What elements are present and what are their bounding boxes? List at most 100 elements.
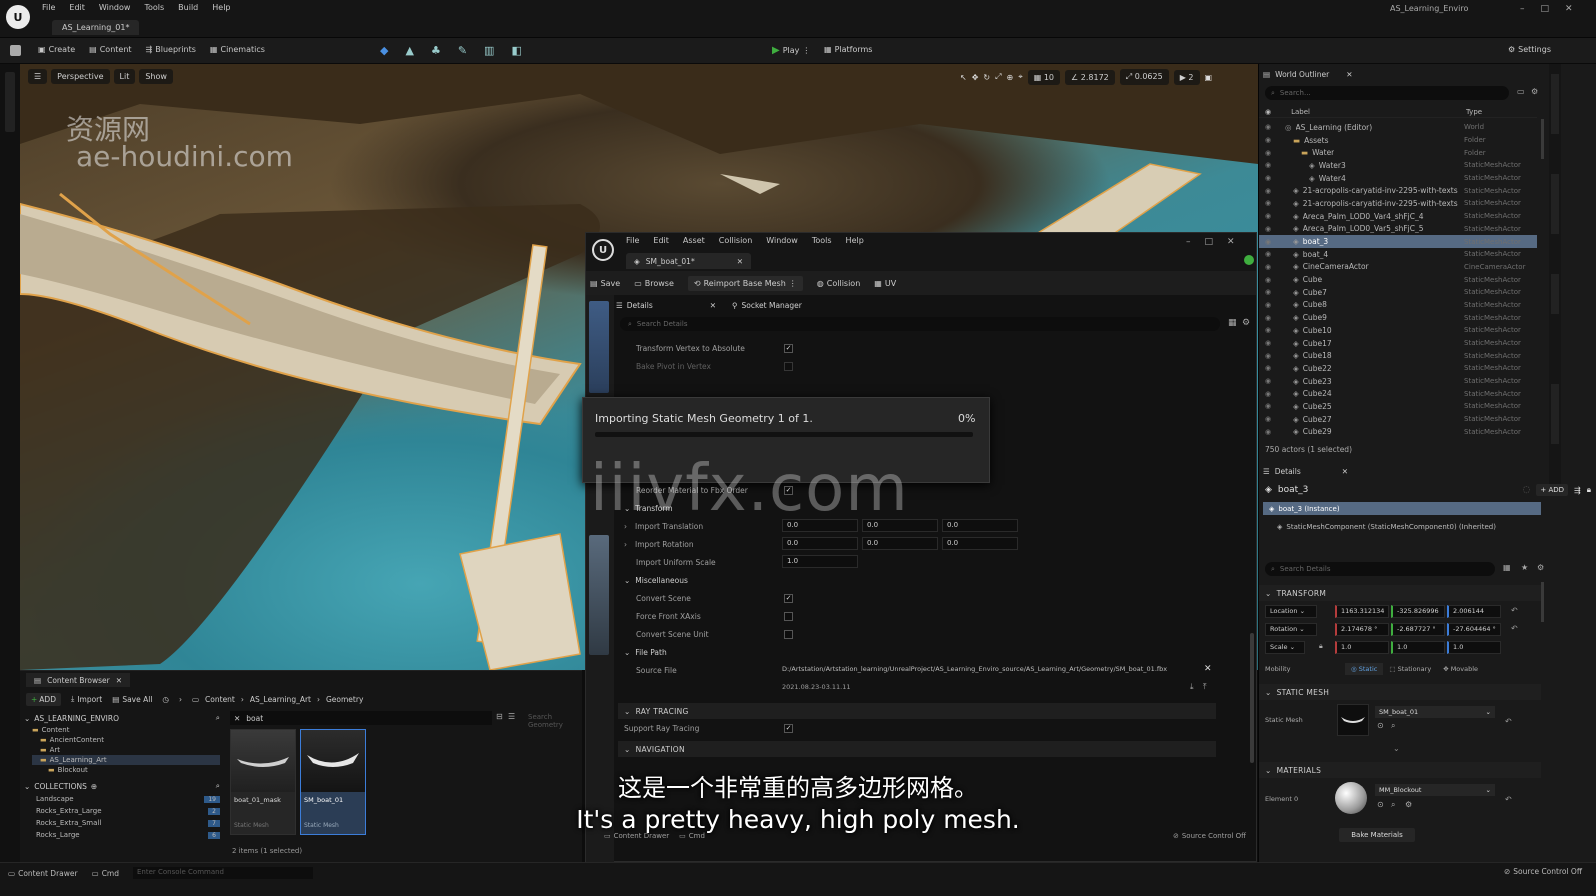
visibility-icon[interactable]: ◉ (1265, 402, 1271, 410)
tab-close-icon[interactable]: ✕ (1346, 70, 1352, 79)
reset-location-icon[interactable]: ↶ (1511, 606, 1518, 615)
outliner-row[interactable]: ◉ ◈ Cube24 StaticMeshActor (1259, 387, 1537, 400)
static-mesh-thumbnail[interactable] (1337, 704, 1369, 736)
save-button[interactable]: ▤ Save (590, 279, 620, 288)
details-tab[interactable]: ☰ Details ✕ (1263, 464, 1348, 478)
folder-ancient-content[interactable]: ▬ AncientContent (32, 735, 220, 745)
outliner-row[interactable]: ◉ ◈ Water3 StaticMeshActor (1259, 159, 1537, 172)
visibility-icon[interactable]: ◉ (1265, 415, 1271, 423)
perspective-button[interactable]: Perspective (51, 69, 110, 84)
navigation-section[interactable]: ⌄ NAVIGATION (618, 741, 1216, 757)
outliner-search-input[interactable]: ⌕ Search... (1265, 86, 1509, 100)
breadcrumb-content[interactable]: Content (205, 695, 235, 704)
outliner-row[interactable]: ◉ ▬ Water Folder (1259, 146, 1537, 159)
transform-vertex-checkbox[interactable]: ✓ (784, 343, 793, 353)
breadcrumb-art[interactable]: AS_Learning_Art (250, 695, 311, 704)
layout-icon[interactable]: ▣ (1205, 73, 1213, 82)
type-column-header[interactable]: Type (1466, 108, 1482, 116)
visibility-icon[interactable]: ◉ (1265, 187, 1271, 195)
outliner-row[interactable]: ◉ ◈ Cube7 StaticMeshActor (1259, 286, 1537, 299)
scale-y-field[interactable]: 1.0 (1391, 641, 1445, 654)
visibility-icon[interactable]: ◉ (1265, 149, 1271, 157)
tab-close-icon[interactable]: ✕ (737, 257, 743, 266)
viewport-menu-button[interactable]: ☰ (28, 69, 48, 84)
platforms-button[interactable]: ▦ Platforms (824, 45, 872, 54)
show-button[interactable]: Show (139, 69, 173, 84)
outliner-row[interactable]: ◉ ◈ Cube27 StaticMeshActor (1259, 413, 1537, 426)
project-root[interactable]: ⌄ AS_LEARNING_ENVIRO ⌕ (24, 711, 220, 725)
menu-tools[interactable]: Tools (144, 3, 164, 12)
menu-window[interactable]: Window (766, 236, 798, 245)
options-icon[interactable]: ⋮ (789, 279, 797, 288)
mobility-movable-button[interactable]: ✥ Movable (1437, 663, 1484, 675)
visibility-icon[interactable]: ◉ (1265, 276, 1271, 284)
save-icon[interactable] (10, 45, 21, 56)
world-icon[interactable]: ⊕ (1007, 73, 1014, 82)
uv-button[interactable]: ▦ UV (874, 279, 896, 288)
favorite-icon[interactable]: ★ (1521, 563, 1528, 572)
outliner-row[interactable]: ◉ ◈ Cube29 StaticMeshActor (1259, 426, 1537, 439)
cmd-button[interactable]: ▭ Cmd (92, 869, 119, 878)
outliner-row[interactable]: ◉ ◈ Cube8 StaticMeshActor (1259, 299, 1537, 312)
file-path-section[interactable]: ⌄ File Path (618, 643, 1216, 661)
settings-icon[interactable]: ⚙ (1537, 563, 1544, 572)
blueprint-icon[interactable]: ⇶ (1574, 486, 1581, 495)
mobility-stationary-button[interactable]: ⬚ Stationary (1383, 663, 1437, 675)
minimize-icon[interactable]: – (1520, 4, 1525, 14)
uniform-scale-field[interactable]: 1.0 (782, 555, 858, 568)
browse-to-asset-icon[interactable]: ⊙ (1377, 721, 1384, 730)
collision-button[interactable]: ◍ Collision (817, 279, 861, 288)
sort-icon[interactable]: ☰ (508, 712, 515, 721)
visibility-icon[interactable]: ◉ (1265, 225, 1271, 233)
rotation-y-field[interactable]: -2.687727 ° (1391, 623, 1445, 636)
folder-content[interactable]: ▬ Content (32, 725, 220, 735)
outliner-row[interactable]: ◉ ◈ 21-acropolis-caryatid-inv-2295-with-te… (1259, 197, 1537, 210)
details-search-input[interactable]: ⌕ Search Details (1265, 562, 1495, 576)
surface-snap-icon[interactable]: ⌖ (1018, 72, 1023, 82)
search-icon[interactable]: ⌕ (216, 713, 220, 723)
search-asset-icon[interactable]: ⌕ (1391, 721, 1395, 731)
reimport-file-icon[interactable]: ⤓ (1190, 682, 1194, 692)
translate-tool-icon[interactable]: ✥ (972, 73, 979, 82)
translation-z-field[interactable]: 0.0 (942, 519, 1018, 532)
outliner-row[interactable]: ◉ ◈ Cube9 StaticMeshActor (1259, 311, 1537, 324)
rotation-z-field[interactable]: 0.0 (942, 537, 1018, 550)
unreal-logo-icon[interactable]: U (6, 5, 30, 29)
transform-section[interactable]: ⌄ TRANSFORM (1259, 585, 1541, 601)
content-button[interactable]: ▤ Content (89, 45, 131, 54)
location-z-field[interactable]: 2.006144 (1447, 605, 1501, 618)
visibility-icon[interactable]: ◉ (1265, 428, 1271, 436)
close-icon[interactable]: ✕ (1565, 4, 1573, 14)
outliner-tab[interactable]: ▤ World Outliner ✕ (1263, 67, 1352, 81)
lit-button[interactable]: Lit (113, 69, 136, 84)
component-static-mesh[interactable]: ◈ StaticMeshComponent (StaticMeshComponen… (1277, 520, 1496, 533)
outliner-row[interactable]: ◉ ◈ boat_4 StaticMeshActor (1259, 248, 1537, 261)
menu-build[interactable]: Build (178, 3, 198, 12)
grid-view-icon[interactable]: ▦ (1228, 318, 1237, 328)
browse-button[interactable]: ▭ Browse (634, 279, 674, 288)
menu-file[interactable]: File (626, 236, 639, 245)
content-drawer-button[interactable]: ▭ Content Drawer (8, 869, 78, 878)
play-options-icon[interactable]: ⋮ (802, 46, 810, 55)
visibility-icon[interactable]: ◉ (1265, 161, 1271, 169)
outliner-row[interactable]: ◉ ◎ AS_Learning (Editor) World (1259, 121, 1537, 134)
menu-help[interactable]: Help (212, 3, 230, 12)
lock-toggle-icon[interactable]: ◌ (1523, 485, 1531, 495)
camera-speed[interactable]: ▶ 2 (1173, 69, 1200, 85)
play-button[interactable]: ▶ Play ⋮ (772, 45, 810, 56)
force-front-xaxis-checkbox[interactable] (784, 611, 793, 621)
landscape-mode-icon[interactable]: ▲ (405, 44, 413, 57)
modeling-icon[interactable]: ▥ (484, 44, 494, 57)
location-dropdown[interactable]: Location ⌄ (1265, 605, 1317, 618)
outliner-row[interactable]: ◉ ◈ 21-acropolis-caryatid-inv-2295-with-te… (1259, 184, 1537, 197)
outliner-row[interactable]: ◉ ◈ Cube23 StaticMeshActor (1259, 375, 1537, 388)
unreal-logo-icon[interactable]: U (592, 239, 614, 261)
save-all-button[interactable]: ▤ Save All (112, 695, 152, 704)
side-tab[interactable] (1551, 384, 1559, 444)
preview-viewport-thumb[interactable] (589, 301, 609, 393)
rotation-dropdown[interactable]: Rotation ⌄ (1265, 623, 1317, 636)
outliner-row[interactable]: ◉ ◈ boat_3 StaticMeshActor (1259, 235, 1537, 248)
details-search-input[interactable]: ⌕ Search Details (620, 317, 1220, 331)
grid-view-icon[interactable]: ▦ (1503, 563, 1511, 572)
create-button[interactable]: ▣ Create (38, 45, 75, 54)
